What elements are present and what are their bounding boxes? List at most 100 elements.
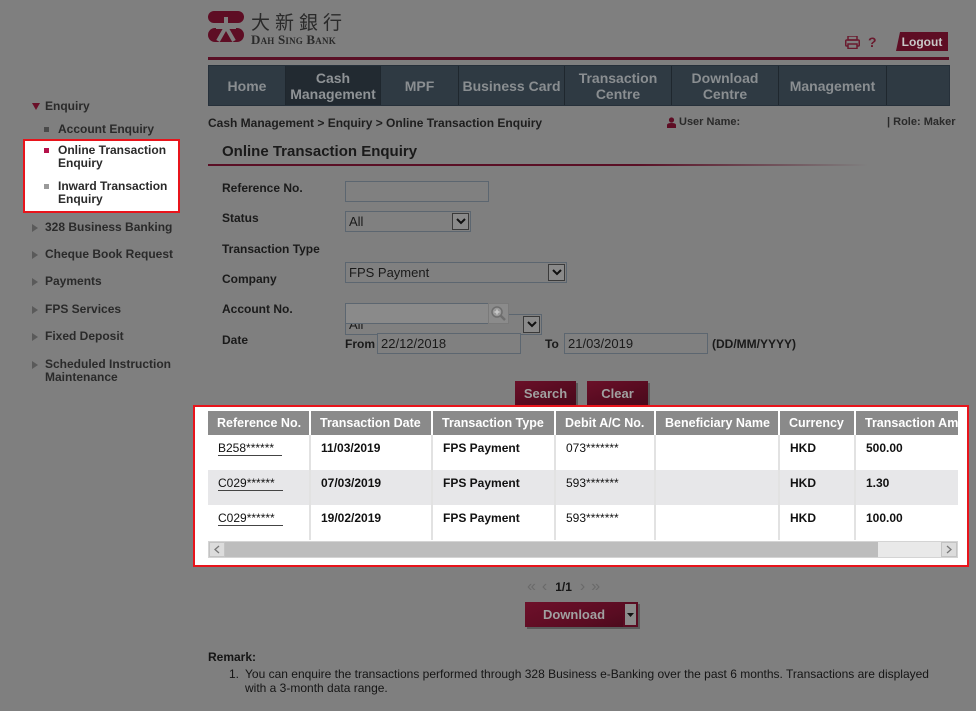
- page-title: Online Transaction Enquiry: [222, 143, 418, 160]
- logo-english-text: Dah Sing Bank: [251, 32, 336, 47]
- cell-beneficiary: [655, 470, 780, 505]
- sidebar-item-label: 328 Business Banking: [45, 220, 173, 234]
- chevron-down-icon[interactable]: [523, 316, 540, 333]
- sidebar-item-label: Online Transaction Enquiry: [58, 143, 167, 170]
- cell-type: FPS Payment: [432, 435, 556, 470]
- results-table-container: Reference No. Transaction Date Transacti…: [208, 411, 958, 541]
- column-header-transaction-amount[interactable]: Transaction Amount: [855, 411, 958, 435]
- cell-reference: C029******: [208, 470, 311, 505]
- sidebar-item-label: FPS Services: [45, 302, 122, 316]
- cell-date: 11/03/2019: [310, 435, 433, 470]
- zoom-in-icon: [491, 306, 506, 321]
- chevron-right-icon: [32, 306, 38, 314]
- reference-link[interactable]: C029******: [218, 476, 283, 491]
- date-to-label: To: [545, 337, 559, 351]
- sidebar-item-label: Account Enquiry: [58, 122, 155, 136]
- clear-button[interactable]: Clear: [587, 381, 648, 405]
- cell-debit-ac: 593*******: [555, 470, 656, 505]
- transaction-type-select[interactable]: FPS Payment: [345, 262, 567, 283]
- status-label: Status: [222, 211, 259, 225]
- debit-ac-value: 593*******: [566, 511, 619, 525]
- chevron-down-icon[interactable]: [452, 213, 469, 230]
- printer-icon[interactable]: [845, 35, 860, 49]
- chevron-down-icon: [32, 103, 40, 110]
- account-no-input[interactable]: [345, 303, 489, 324]
- horizontal-scrollbar[interactable]: [208, 541, 958, 558]
- download-options-dropdown[interactable]: [623, 602, 638, 627]
- cell-date: 07/03/2019: [310, 470, 433, 505]
- logo-chinese-text: 大新銀行: [251, 12, 348, 34]
- bullet-icon: [44, 127, 49, 132]
- cell-reference: C029******: [208, 505, 311, 540]
- role-label: | Role: Maker: [887, 116, 956, 128]
- cell-currency: HKD: [779, 470, 856, 505]
- column-header-beneficiary-name[interactable]: Beneficiary Name: [655, 411, 780, 435]
- nav-tab-home[interactable]: Home: [209, 66, 286, 105]
- help-icon[interactable]: ?: [868, 35, 877, 49]
- transaction-type-selected-value: FPS Payment: [349, 265, 430, 280]
- date-label: Date: [222, 333, 249, 347]
- nav-tab-cash-management[interactable]: Cash Management: [286, 66, 381, 105]
- next-page-icon[interactable]: ›: [580, 579, 585, 595]
- scrollbar-thumb[interactable]: [225, 542, 878, 557]
- column-header-transaction-date[interactable]: Transaction Date: [310, 411, 433, 435]
- chevron-down-icon[interactable]: [548, 264, 565, 281]
- cell-amount: 500.00: [855, 435, 958, 470]
- nav-tab-empty: [887, 66, 949, 105]
- chevron-right-icon: [32, 251, 38, 259]
- breadcrumb: Cash Management > Enquiry > Online Trans…: [208, 116, 543, 130]
- column-header-debit-ac-no[interactable]: Debit A/C No.: [555, 411, 656, 435]
- bank-logo-icon: [208, 11, 244, 42]
- remark-item: 1. You can enquire the transactions perf…: [229, 667, 949, 695]
- header-divider: [208, 57, 949, 60]
- chevron-right-icon: [32, 278, 38, 286]
- nav-tab-transaction-centre[interactable]: Transaction Centre: [565, 66, 672, 105]
- page-indicator: 1/1: [555, 580, 572, 594]
- cell-debit-ac: 073*******: [555, 435, 656, 470]
- header-icons: ?: [845, 33, 877, 51]
- status-select[interactable]: All: [345, 211, 471, 232]
- last-page-icon[interactable]: »: [591, 579, 600, 595]
- reference-no-input[interactable]: [345, 181, 489, 202]
- scroll-left-button[interactable]: [209, 542, 225, 557]
- table-row: B258****** 11/03/2019 FPS Payment 073***…: [208, 435, 958, 470]
- date-from-input[interactable]: 22/12/2018: [377, 333, 521, 354]
- remark-number: 1.: [229, 667, 240, 681]
- date-to-input[interactable]: 21/03/2019: [564, 333, 708, 354]
- status-selected-value: All: [349, 214, 364, 229]
- bullet-icon: [44, 148, 49, 153]
- first-page-icon[interactable]: «: [527, 579, 536, 595]
- debit-ac-value: 593*******: [566, 476, 619, 490]
- nav-tab-business-card[interactable]: Business Card: [459, 66, 565, 105]
- transaction-type-label: Transaction Type: [222, 242, 320, 256]
- chevron-right-icon: [32, 333, 38, 341]
- nav-tab-management[interactable]: Management: [779, 66, 887, 105]
- main-nav: Home Cash Management MPF Business Card T…: [208, 65, 950, 106]
- prev-page-icon[interactable]: ‹: [542, 579, 547, 595]
- title-divider: [208, 164, 868, 166]
- search-button[interactable]: Search: [515, 381, 576, 405]
- column-header-currency[interactable]: Currency: [779, 411, 856, 435]
- table-header-row: Reference No. Transaction Date Transacti…: [208, 411, 958, 435]
- logout-button[interactable]: Logout: [896, 32, 948, 51]
- table-row: C029****** 19/02/2019 FPS Payment 593***…: [208, 505, 958, 540]
- sidebar-item-label: Payments: [45, 274, 102, 288]
- column-header-reference-no[interactable]: Reference No.: [208, 411, 311, 435]
- results-table: Reference No. Transaction Date Transacti…: [208, 411, 958, 540]
- nav-tab-mpf[interactable]: MPF: [381, 66, 459, 105]
- sidebar-item-label: Inward Transaction Enquiry: [58, 179, 168, 206]
- nav-tab-download-centre[interactable]: Download Centre: [672, 66, 779, 105]
- column-header-transaction-type[interactable]: Transaction Type: [432, 411, 556, 435]
- account-lookup-button[interactable]: [488, 303, 509, 324]
- sidebar-item-label: Scheduled Instruction Maintenance: [45, 357, 172, 384]
- download-button-group: Download: [525, 602, 638, 627]
- cell-currency: HKD: [779, 435, 856, 470]
- reference-link[interactable]: B258******: [218, 441, 283, 456]
- download-button[interactable]: Download: [525, 602, 623, 627]
- account-no-label: Account No.: [222, 302, 293, 316]
- cell-type: FPS Payment: [432, 470, 556, 505]
- chevron-right-icon: [32, 224, 38, 232]
- scroll-right-button[interactable]: [941, 542, 957, 557]
- remark-text: You can enquire the transactions perform…: [245, 667, 929, 695]
- reference-link[interactable]: C029******: [218, 511, 283, 526]
